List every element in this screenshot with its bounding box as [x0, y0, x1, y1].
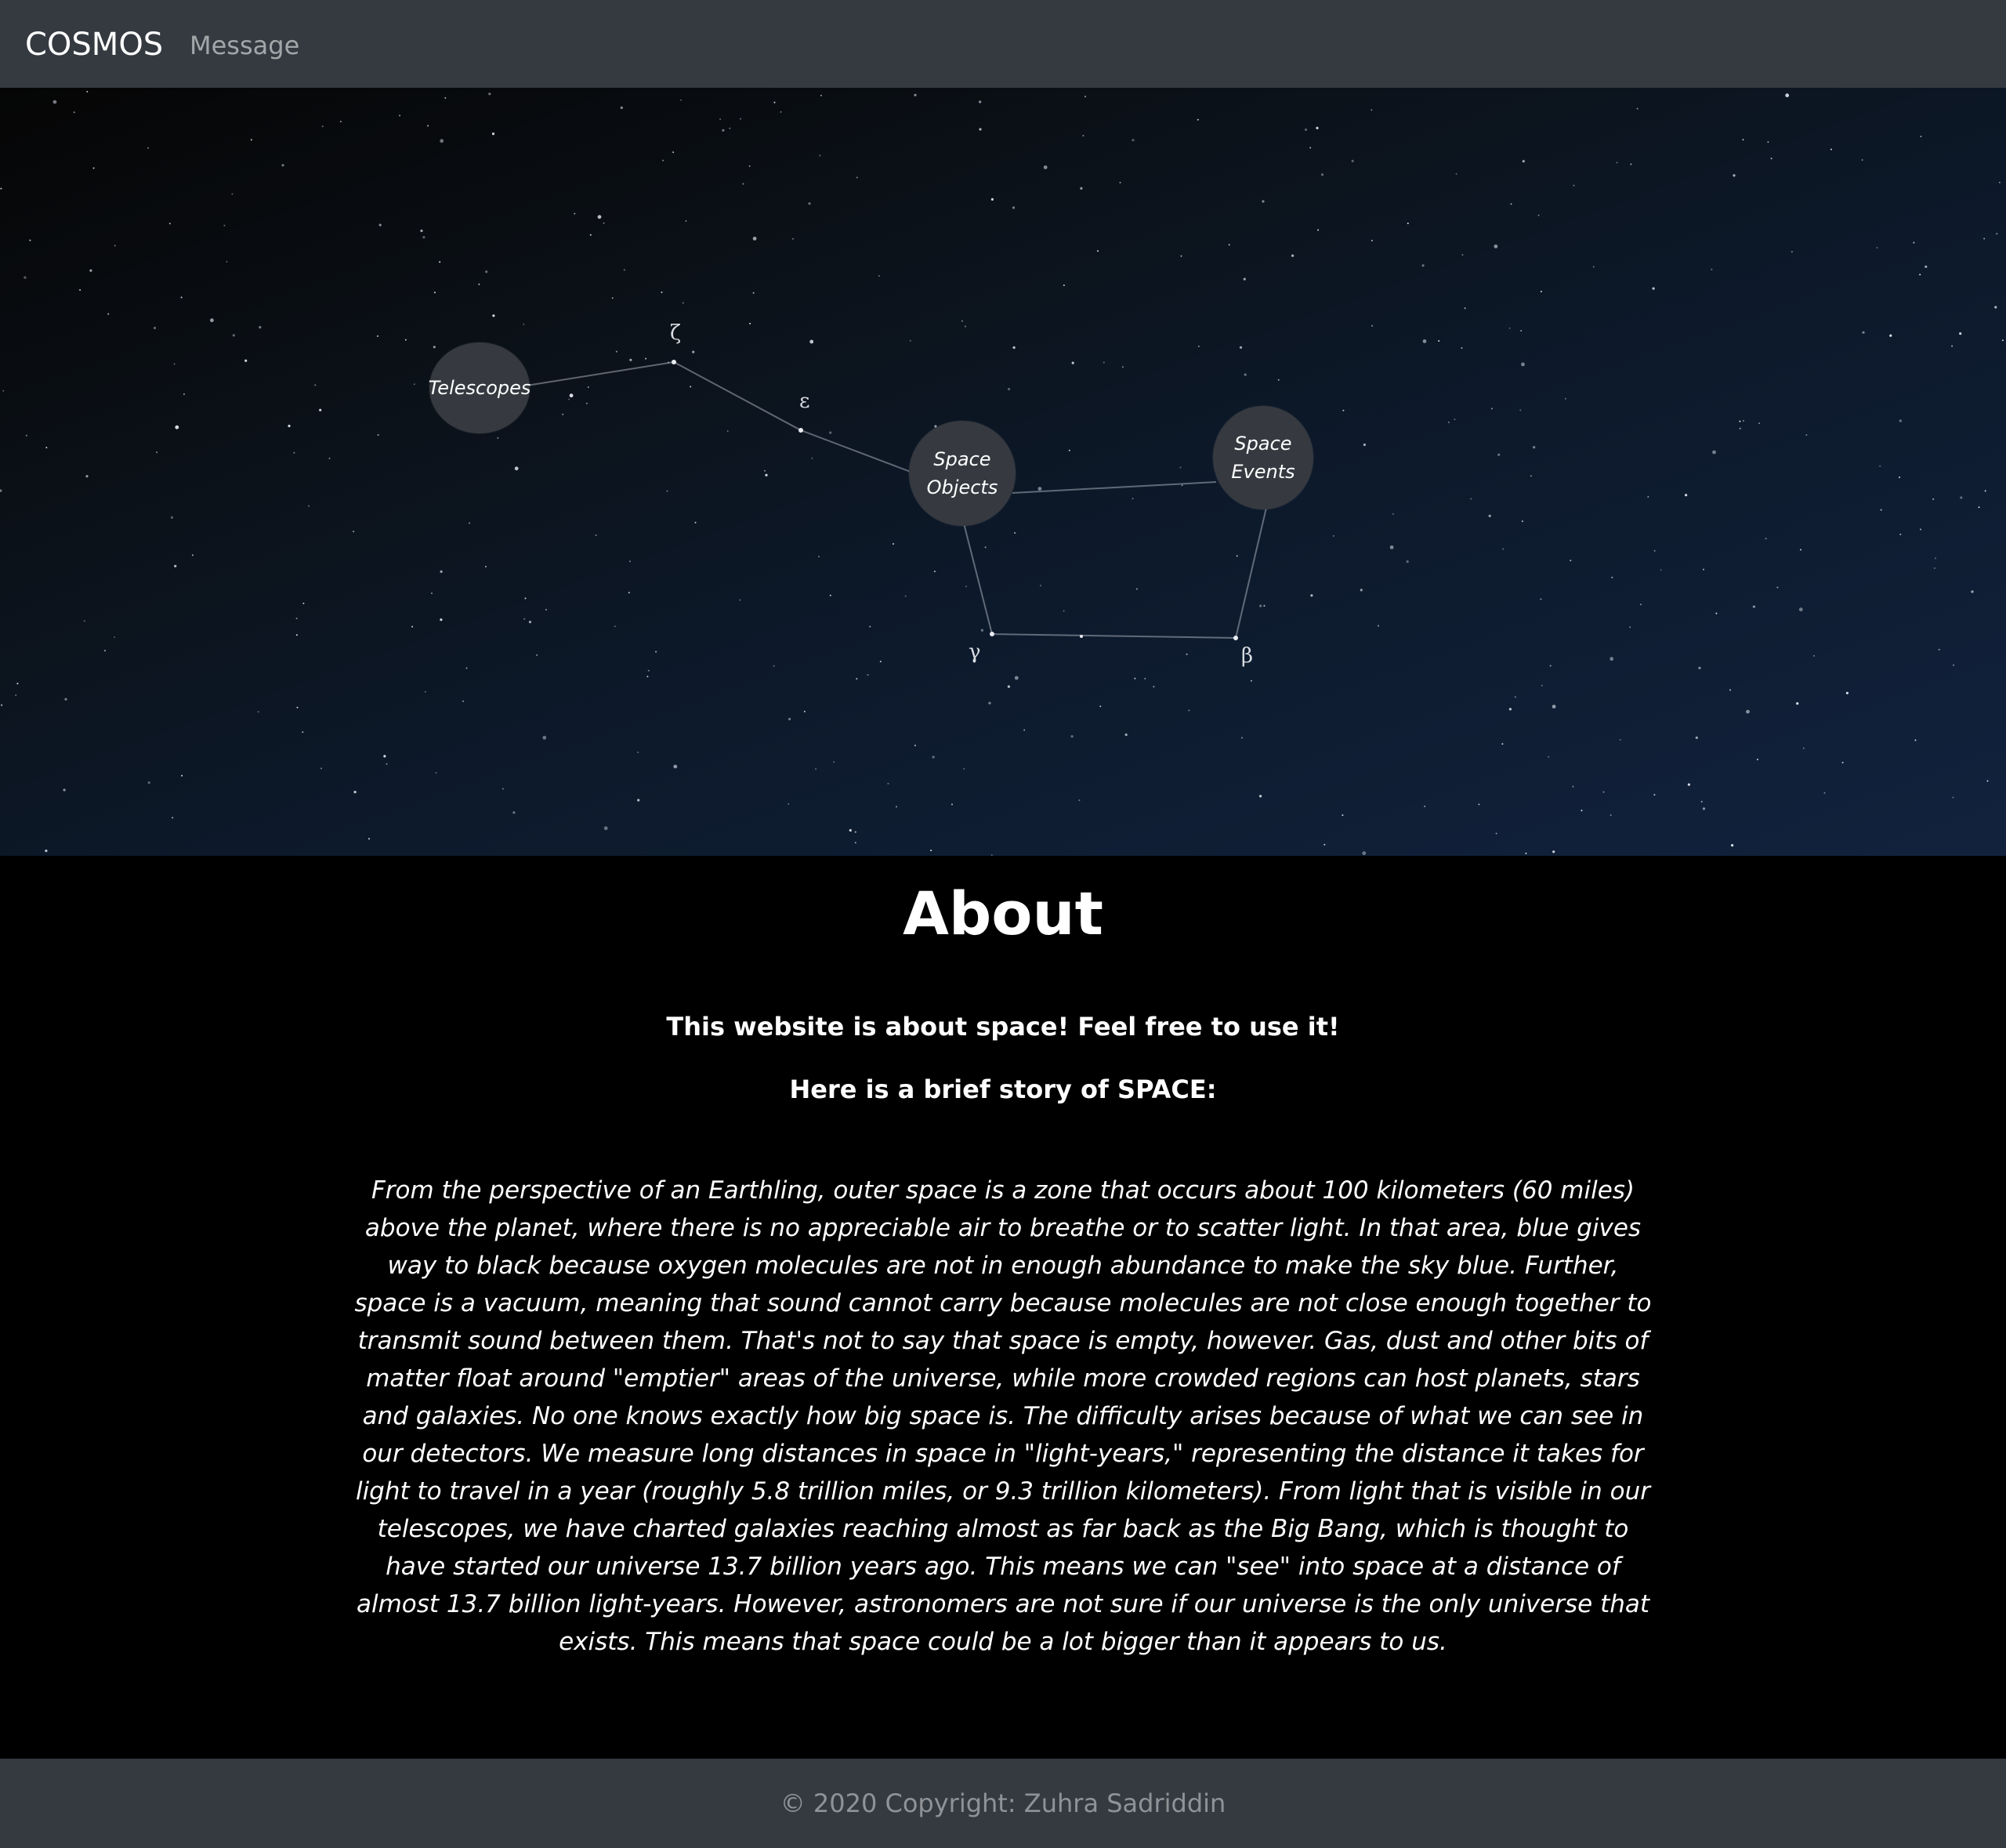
story-heading: Here is a brief story of SPACE:: [789, 1074, 1217, 1104]
nav-link-message[interactable]: Message: [190, 27, 299, 64]
greek-label-gamma: γ: [969, 640, 981, 664]
node-space-objects-label: Space Objects: [926, 448, 998, 498]
top-navbar: COSMOS Message: [0, 0, 2006, 88]
space-story-paragraph: From the perspective of an Earthling, ou…: [354, 1176, 1652, 1656]
node-telescopes-label: Telescopes: [428, 377, 531, 399]
node-space-events-label: Space Events: [1231, 433, 1295, 483]
about-intro: This website is about space! Feel free t…: [666, 1012, 1340, 1042]
footer: © 2020 Copyright: Zuhra Sadriddin: [0, 1759, 2006, 1848]
node-space-events[interactable]: Space Events: [1213, 406, 1313, 509]
node-space-objects[interactable]: Space Objects: [909, 421, 1016, 526]
greek-label-zeta: ζ: [670, 321, 682, 345]
brand-link[interactable]: COSMOS: [25, 23, 163, 67]
node-telescopes[interactable]: Telescopes: [429, 342, 530, 433]
hero-constellation: ζ ε γ β Telescopes Space Objects Space E…: [0, 88, 2006, 856]
greek-label-beta: β: [1241, 644, 1254, 668]
about-title: About: [903, 879, 1103, 948]
greek-label-epsilon: ε: [799, 390, 810, 413]
footer-copyright: © 2020 Copyright: Zuhra Sadriddin: [780, 1788, 1226, 1818]
